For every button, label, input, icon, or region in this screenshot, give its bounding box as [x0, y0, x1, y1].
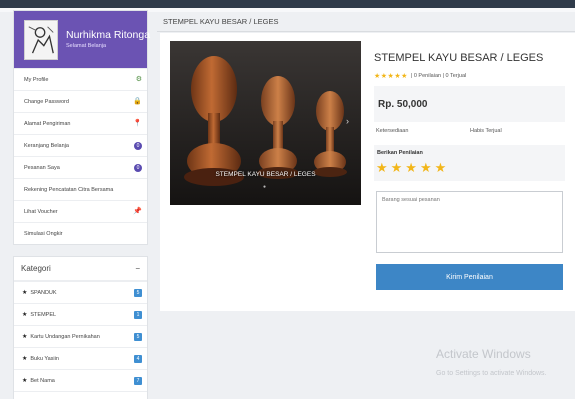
count-badge: 0 — [134, 163, 142, 172]
category-label: Buku Yasiin — [30, 356, 59, 362]
menu-item-label: Lihat Voucher — [24, 208, 58, 215]
star-icon: ★ — [22, 356, 28, 362]
account-menu-item[interactable]: Lihat Voucher 📌 — [14, 200, 147, 222]
category-item[interactable]: ★ SPANDUK 5 — [14, 281, 147, 303]
gear-icon: ⚙ — [135, 76, 142, 83]
category-count-badge: 5 — [134, 332, 142, 341]
count-badge: 0 — [134, 141, 142, 150]
star-rating-icon: ★★★★★ — [374, 73, 408, 80]
profile-header: Nurhikma Ritonga Selamat Belanja — [14, 11, 151, 68]
review-textarea[interactable] — [376, 191, 563, 253]
menu-item-label: Rekening Pencatatan Citra Bersama — [24, 186, 114, 193]
carousel-indicator[interactable]: ● — [170, 184, 361, 190]
category-item[interactable]: ★ Kartu Undangan Pernikahan 5 — [14, 325, 147, 347]
stock-value: Habis Terjual — [470, 128, 502, 134]
account-menu-item[interactable]: Change Password 🔒 — [14, 90, 147, 112]
star-icon: ★ — [22, 334, 28, 340]
category-item-content: ★ Buku Yasiin — [22, 355, 59, 362]
give-rating-label: Berikan Penilaian — [377, 150, 423, 156]
account-menu-item[interactable]: Rekening Pencatatan Citra Bersama — [14, 178, 147, 200]
user-avatar-icon — [25, 21, 57, 59]
category-item[interactable]: ★Kalender3 — [14, 391, 147, 399]
product-title: STEMPEL KAYU BESAR / LEGES — [374, 52, 544, 64]
stock-label: Ketersediaan — [376, 128, 409, 134]
profile-card: Nurhikma Ritonga Selamat Belanja My Prof… — [13, 10, 151, 245]
product-price: Rp. 50,000 — [378, 99, 428, 110]
star-icon: ★ — [22, 312, 28, 318]
account-menu-item[interactable]: Keranjang Belanja 0 — [14, 134, 147, 156]
category-item-content: ★ Bet Nama — [22, 377, 55, 384]
category-card: Kategori − ★ SPANDUK 5 ★ STEMPEL 1 ★ Kartu Unda… — [13, 256, 148, 399]
user-name: Nurhikma Ritonga — [66, 29, 151, 41]
category-count-badge: 7 — [134, 376, 142, 385]
lock-icon: 🔒 — [133, 98, 142, 105]
account-menu-item[interactable]: Alamat Pengiriman 📍 — [14, 112, 147, 134]
category-count-badge: 4 — [134, 354, 142, 363]
account-menu-item[interactable]: Pesanan Saya 0 — [14, 156, 147, 178]
account-menu-item[interactable]: Simulasi Ongkir — [14, 222, 147, 244]
category-title: Kategori — [21, 264, 51, 273]
rating-input-box: Berikan Penilaian ★★★★★ — [374, 145, 565, 181]
category-label: Kartu Undangan Pernikahan — [30, 334, 100, 340]
category-list: ★ SPANDUK 5 ★ STEMPEL 1 ★ Kartu Undangan Pernik… — [14, 281, 147, 399]
menu-item-label: Simulasi Ongkir — [24, 230, 63, 237]
browser-top-bar — [0, 0, 575, 8]
category-header[interactable]: Kategori − — [14, 257, 147, 281]
breadcrumb-divider — [157, 31, 575, 32]
category-label: SPANDUK — [30, 290, 57, 296]
price-box: Rp. 50,000 — [374, 86, 565, 122]
category-label: Bet Nama — [30, 378, 55, 384]
category-item-content: ★ SPANDUK — [22, 289, 57, 296]
sidebar: Nurhikma Ritonga Selamat Belanja My Prof… — [13, 10, 151, 399]
rating-summary: ★★★★★ | 0 Penilaian | 0 Terjual — [374, 72, 466, 80]
breadcrumb: STEMPEL KAYU BESAR / LEGES — [163, 17, 279, 26]
star-rating-input-icon[interactable]: ★★★★★ — [376, 160, 449, 176]
category-label: STEMPEL — [30, 312, 57, 318]
star-icon: ★ — [22, 290, 28, 296]
account-menu-item[interactable]: My Profile ⚙ — [14, 68, 147, 90]
category-item[interactable]: ★ Bet Nama 7 — [14, 369, 147, 391]
menu-item-label: Keranjang Belanja — [24, 142, 69, 149]
category-item-content: ★ STEMPEL — [22, 311, 56, 318]
menu-item-label: Change Password — [24, 98, 69, 105]
rating-text: | 0 Penilaian | 0 Terjual — [410, 73, 467, 79]
image-caption: STEMPEL KAYU BESAR / LEGES — [215, 171, 316, 178]
star-icon: ★ — [22, 378, 28, 384]
avatar[interactable] — [24, 20, 58, 60]
category-count-badge: 1 — [134, 310, 142, 319]
location-pin-icon: 📍 — [133, 120, 142, 127]
product-photo — [170, 41, 361, 205]
menu-item-label: Pesanan Saya — [24, 164, 60, 171]
collapse-icon[interactable]: − — [135, 264, 140, 273]
menu-item-label: Alamat Pengiriman — [24, 120, 71, 127]
category-item-content: ★ Kartu Undangan Pernikahan — [22, 333, 100, 340]
category-count-badge: 5 — [134, 288, 142, 297]
chevron-right-icon[interactable]: › — [346, 116, 349, 126]
activate-windows-subtitle: Go to Settings to activate Windows. — [436, 370, 547, 377]
account-menu: My Profile ⚙ Change Password 🔒 Alamat Pengir… — [14, 68, 147, 244]
category-item[interactable]: ★ Buku Yasiin 4 — [14, 347, 147, 369]
submit-review-button[interactable]: Kirim Penilaian — [376, 264, 563, 290]
menu-item-label: My Profile — [24, 76, 49, 83]
category-item[interactable]: ★ STEMPEL 1 — [14, 303, 147, 325]
pushpin-icon: 📌 — [133, 208, 142, 215]
activate-windows-title: Activate Windows — [436, 347, 531, 361]
user-greeting: Selamat Belanja — [66, 43, 107, 49]
product-image-carousel[interactable]: STEMPEL KAYU BESAR / LEGES ● › — [170, 41, 361, 205]
